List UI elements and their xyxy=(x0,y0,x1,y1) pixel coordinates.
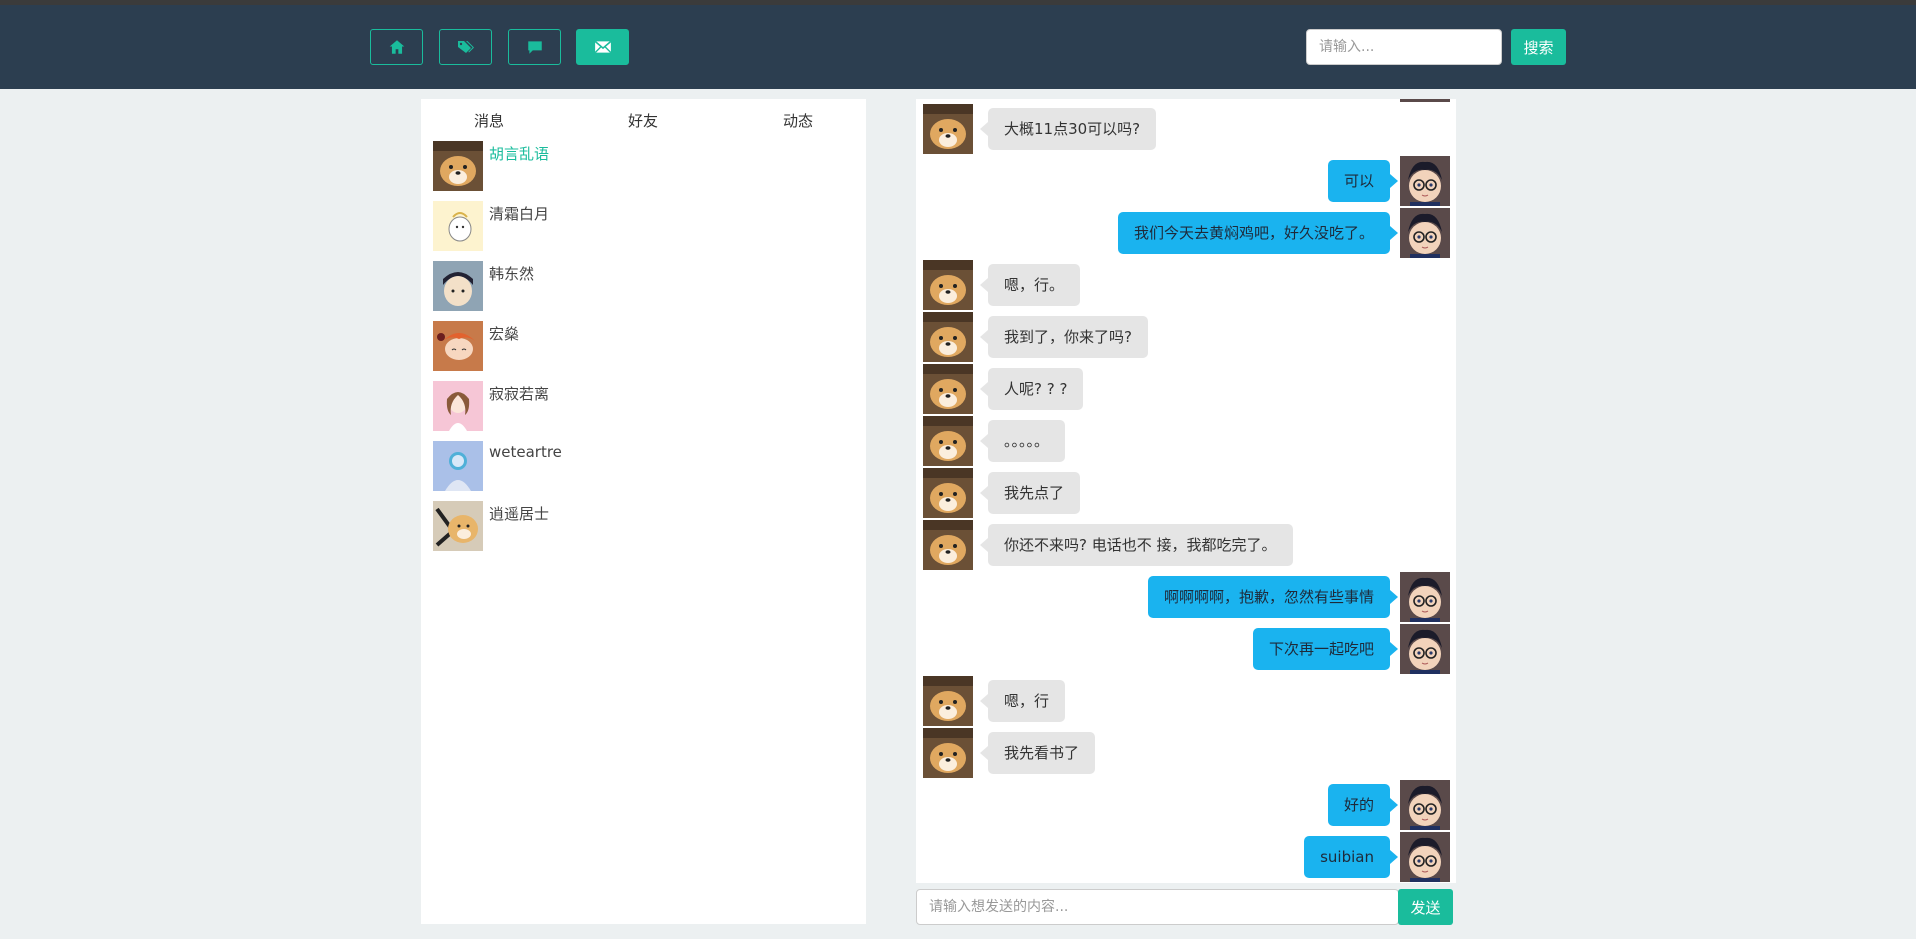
contacts-panel: 消息 好友 动态 胡言乱语 清霜白月 韩东然 宏燊 寂寂若离 weteartre… xyxy=(421,99,866,924)
chat-message: 可以 xyxy=(916,154,1456,204)
contact-name: 清霜白月 xyxy=(489,205,550,223)
avatar xyxy=(433,441,483,491)
contact-name: 胡言乱语 xyxy=(489,145,550,163)
message-bubble: 我到了，你来了吗? xyxy=(980,316,1148,358)
avatar xyxy=(923,520,973,570)
avatar xyxy=(433,321,483,371)
navbar: 搜索 xyxy=(0,5,1916,89)
chat-message: 我到了，你来了吗? xyxy=(916,310,1456,360)
messages-button[interactable] xyxy=(576,29,629,65)
comment-icon xyxy=(527,41,542,54)
chat-message: 我们今天去黄焖鸡吧，好久没吃了。 xyxy=(916,206,1456,256)
avatar xyxy=(1400,832,1450,882)
chat-message: 我先看书了 xyxy=(916,726,1456,776)
chat-message: 你还不来吗? 电话也不 接，我都吃完了。 xyxy=(916,518,1456,568)
message-bubble: 好的 xyxy=(1327,784,1399,826)
chat-panel: 大概11点30可以吗? 可以 我们今天去黄焖鸡吧，好久没吃了。 嗯，行。 我到了… xyxy=(916,99,1456,883)
message-bubble: 人呢? ? ? xyxy=(979,368,1084,410)
message-bubble: 大概11点30可以吗? xyxy=(979,108,1157,150)
message-bubble: suibian xyxy=(1304,836,1398,878)
search-button[interactable]: 搜索 xyxy=(1511,29,1566,65)
avatar xyxy=(1400,572,1450,622)
avatar xyxy=(923,416,973,466)
avatar xyxy=(923,468,973,518)
message-input[interactable] xyxy=(916,889,1399,925)
message-bubble: 我先点了 xyxy=(979,472,1081,514)
message-bubble: 我先看书了 xyxy=(979,732,1096,774)
avatar xyxy=(1400,624,1450,674)
avatar xyxy=(923,312,973,362)
contact-item[interactable]: 宏燊 xyxy=(433,321,853,371)
avatar xyxy=(923,104,973,154)
send-button[interactable]: 发送 xyxy=(1398,889,1453,925)
avatar xyxy=(1400,208,1450,258)
contact-name: weteartre xyxy=(489,443,562,461)
contact-item[interactable]: 清霜白月 xyxy=(433,201,853,251)
tab-friends[interactable]: 好友 xyxy=(628,110,658,131)
avatar xyxy=(433,501,483,551)
message-bubble: 你还不来吗? 电话也不 接，我都吃完了。 xyxy=(980,524,1293,566)
message-bubble: 嗯，行。 xyxy=(979,264,1081,306)
contact-name: 寂寂若离 xyxy=(489,385,550,403)
chat-message: 人呢? ? ? xyxy=(916,362,1456,412)
envelope-icon xyxy=(594,40,611,54)
message-bubble: 我们今天去黄焖鸡吧，好久没吃了。 xyxy=(1117,212,1399,254)
contact-name: 逍遥居士 xyxy=(489,505,550,523)
home-button[interactable] xyxy=(370,29,423,65)
contact-item[interactable]: 胡言乱语 xyxy=(433,141,853,191)
home-icon xyxy=(389,40,404,54)
chat-message: 大概11点30可以吗? xyxy=(916,102,1456,152)
chat-message: 下次再一起吃吧 xyxy=(916,622,1456,672)
contact-name: 韩东然 xyxy=(489,265,535,283)
message-bubble: 下次再一起吃吧 xyxy=(1252,628,1399,670)
tags-button[interactable] xyxy=(439,29,492,65)
chat-message: 嗯，行。 xyxy=(916,258,1456,308)
avatar xyxy=(433,201,483,251)
message-bubble: 啊啊啊啊，抱歉，忽然有些事情 xyxy=(1147,576,1399,618)
avatar xyxy=(433,381,483,431)
message-bubble: 可以 xyxy=(1327,160,1399,202)
avatar xyxy=(923,676,973,726)
avatar xyxy=(1400,780,1450,830)
comment-button[interactable] xyxy=(508,29,561,65)
tags-icon xyxy=(457,41,474,53)
avatar xyxy=(433,141,483,191)
chat-message: 好的 xyxy=(916,778,1456,828)
contact-item[interactable]: 逍遥居士 xyxy=(433,501,853,551)
message-bubble: 嗯，行 xyxy=(979,680,1066,722)
contact-item[interactable]: 韩东然 xyxy=(433,261,853,311)
chat-message: 。。。。。 xyxy=(916,414,1456,464)
message-bubble: 。。。。。 xyxy=(979,420,1066,462)
contact-name: 宏燊 xyxy=(489,325,520,343)
tab-moments[interactable]: 动态 xyxy=(783,110,813,131)
search-input[interactable] xyxy=(1306,29,1502,65)
avatar xyxy=(1400,156,1450,206)
tab-messages[interactable]: 消息 xyxy=(474,110,504,131)
avatar xyxy=(433,261,483,311)
chat-message: 嗯，行 xyxy=(916,674,1456,724)
avatar xyxy=(923,260,973,310)
avatar xyxy=(923,364,973,414)
contact-item[interactable]: weteartre xyxy=(433,441,853,491)
contact-item[interactable]: 寂寂若离 xyxy=(433,381,853,431)
avatar xyxy=(923,728,973,778)
chat-message: suibian xyxy=(916,830,1456,880)
chat-message: 我先点了 xyxy=(916,466,1456,516)
chat-message: 啊啊啊啊，抱歉，忽然有些事情 xyxy=(916,570,1456,620)
